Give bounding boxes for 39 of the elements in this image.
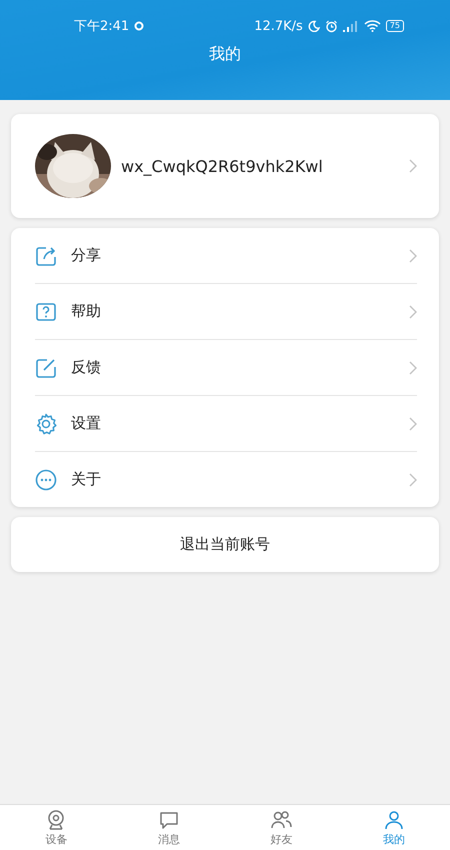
chevron-icon xyxy=(409,304,417,318)
menu-label: 关于 xyxy=(71,470,102,489)
menu-label: 设置 xyxy=(71,414,102,433)
signal-icon xyxy=(342,20,359,32)
menu-label: 反馈 xyxy=(71,358,102,377)
question-icon xyxy=(35,300,57,322)
tab-item[interactable]: 我的 xyxy=(338,805,450,850)
menu-item[interactable]: 设置 xyxy=(35,396,417,452)
chevron-icon xyxy=(409,416,417,430)
chevron-icon xyxy=(409,360,417,374)
more-icon xyxy=(35,468,57,490)
battery-level: 75 xyxy=(386,20,404,32)
menu-label: 帮助 xyxy=(71,302,102,321)
tab-item[interactable]: 设备 xyxy=(0,805,112,850)
tab-item[interactable]: 好友 xyxy=(225,805,338,850)
menu-item[interactable]: 反馈 xyxy=(35,340,417,396)
alarm-icon xyxy=(324,20,338,32)
person-icon xyxy=(382,808,405,830)
menu-item[interactable]: 关于 xyxy=(35,452,417,507)
chevron-icon xyxy=(409,159,417,173)
tab-item[interactable]: 消息 xyxy=(112,805,225,850)
logout-button[interactable]: 退出当前账号 xyxy=(11,517,439,572)
chevron-icon xyxy=(409,248,417,262)
menu-label: 分享 xyxy=(71,246,102,265)
wifi-icon xyxy=(364,20,381,32)
settings-icon xyxy=(35,412,57,434)
share-icon xyxy=(35,244,57,266)
menu-item[interactable]: 帮助 xyxy=(35,284,417,340)
people-icon xyxy=(270,808,292,830)
moon-icon xyxy=(308,20,320,32)
menu-item[interactable]: 分享 xyxy=(35,228,417,284)
ring-icon xyxy=(134,21,144,31)
clock-time: 下午2:41 xyxy=(74,18,130,35)
network-speed: 12.7K/s xyxy=(254,18,303,34)
edit-icon xyxy=(35,356,57,378)
chevron-icon xyxy=(409,472,417,486)
username: wx_CwqkQ2R6t9vhk2Kwl xyxy=(121,156,324,176)
page-title: 我的 xyxy=(209,44,241,65)
profile-card[interactable]: wx_CwqkQ2R6t9vhk2Kwl xyxy=(11,114,439,218)
